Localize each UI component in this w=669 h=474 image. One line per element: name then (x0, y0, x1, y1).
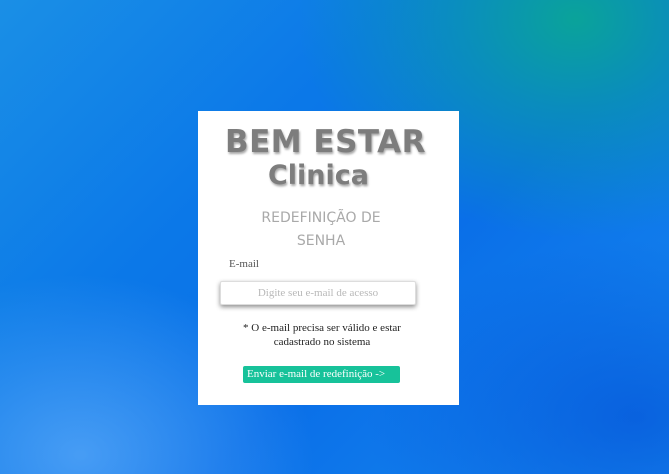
page-title-line1: REDEFINIÇÃO DE (261, 210, 381, 226)
page-title-line2: SENHA (296, 233, 346, 249)
logo-subtitle: Clinica (267, 160, 370, 191)
send-reset-email-button[interactable]: Enviar e-mail de redefinição -> (243, 366, 400, 383)
clinic-logo: BEM ESTAR Clinica (198, 123, 459, 191)
email-hint: * O e-mail precisa ser válido e estar ca… (222, 321, 422, 349)
email-hint-line2: cadastrado no sistema (273, 336, 371, 348)
email-field[interactable] (220, 281, 416, 305)
logo-title: BEM ESTAR (224, 124, 427, 160)
reset-password-card: BEM ESTAR Clinica REDEFINIÇÃO DE SENHA E… (198, 111, 459, 405)
email-hint-line1: * O e-mail precisa ser válido e estar (243, 322, 401, 334)
email-label: E-mail (229, 258, 259, 270)
page-title: REDEFINIÇÃO DE SENHA (228, 207, 414, 253)
